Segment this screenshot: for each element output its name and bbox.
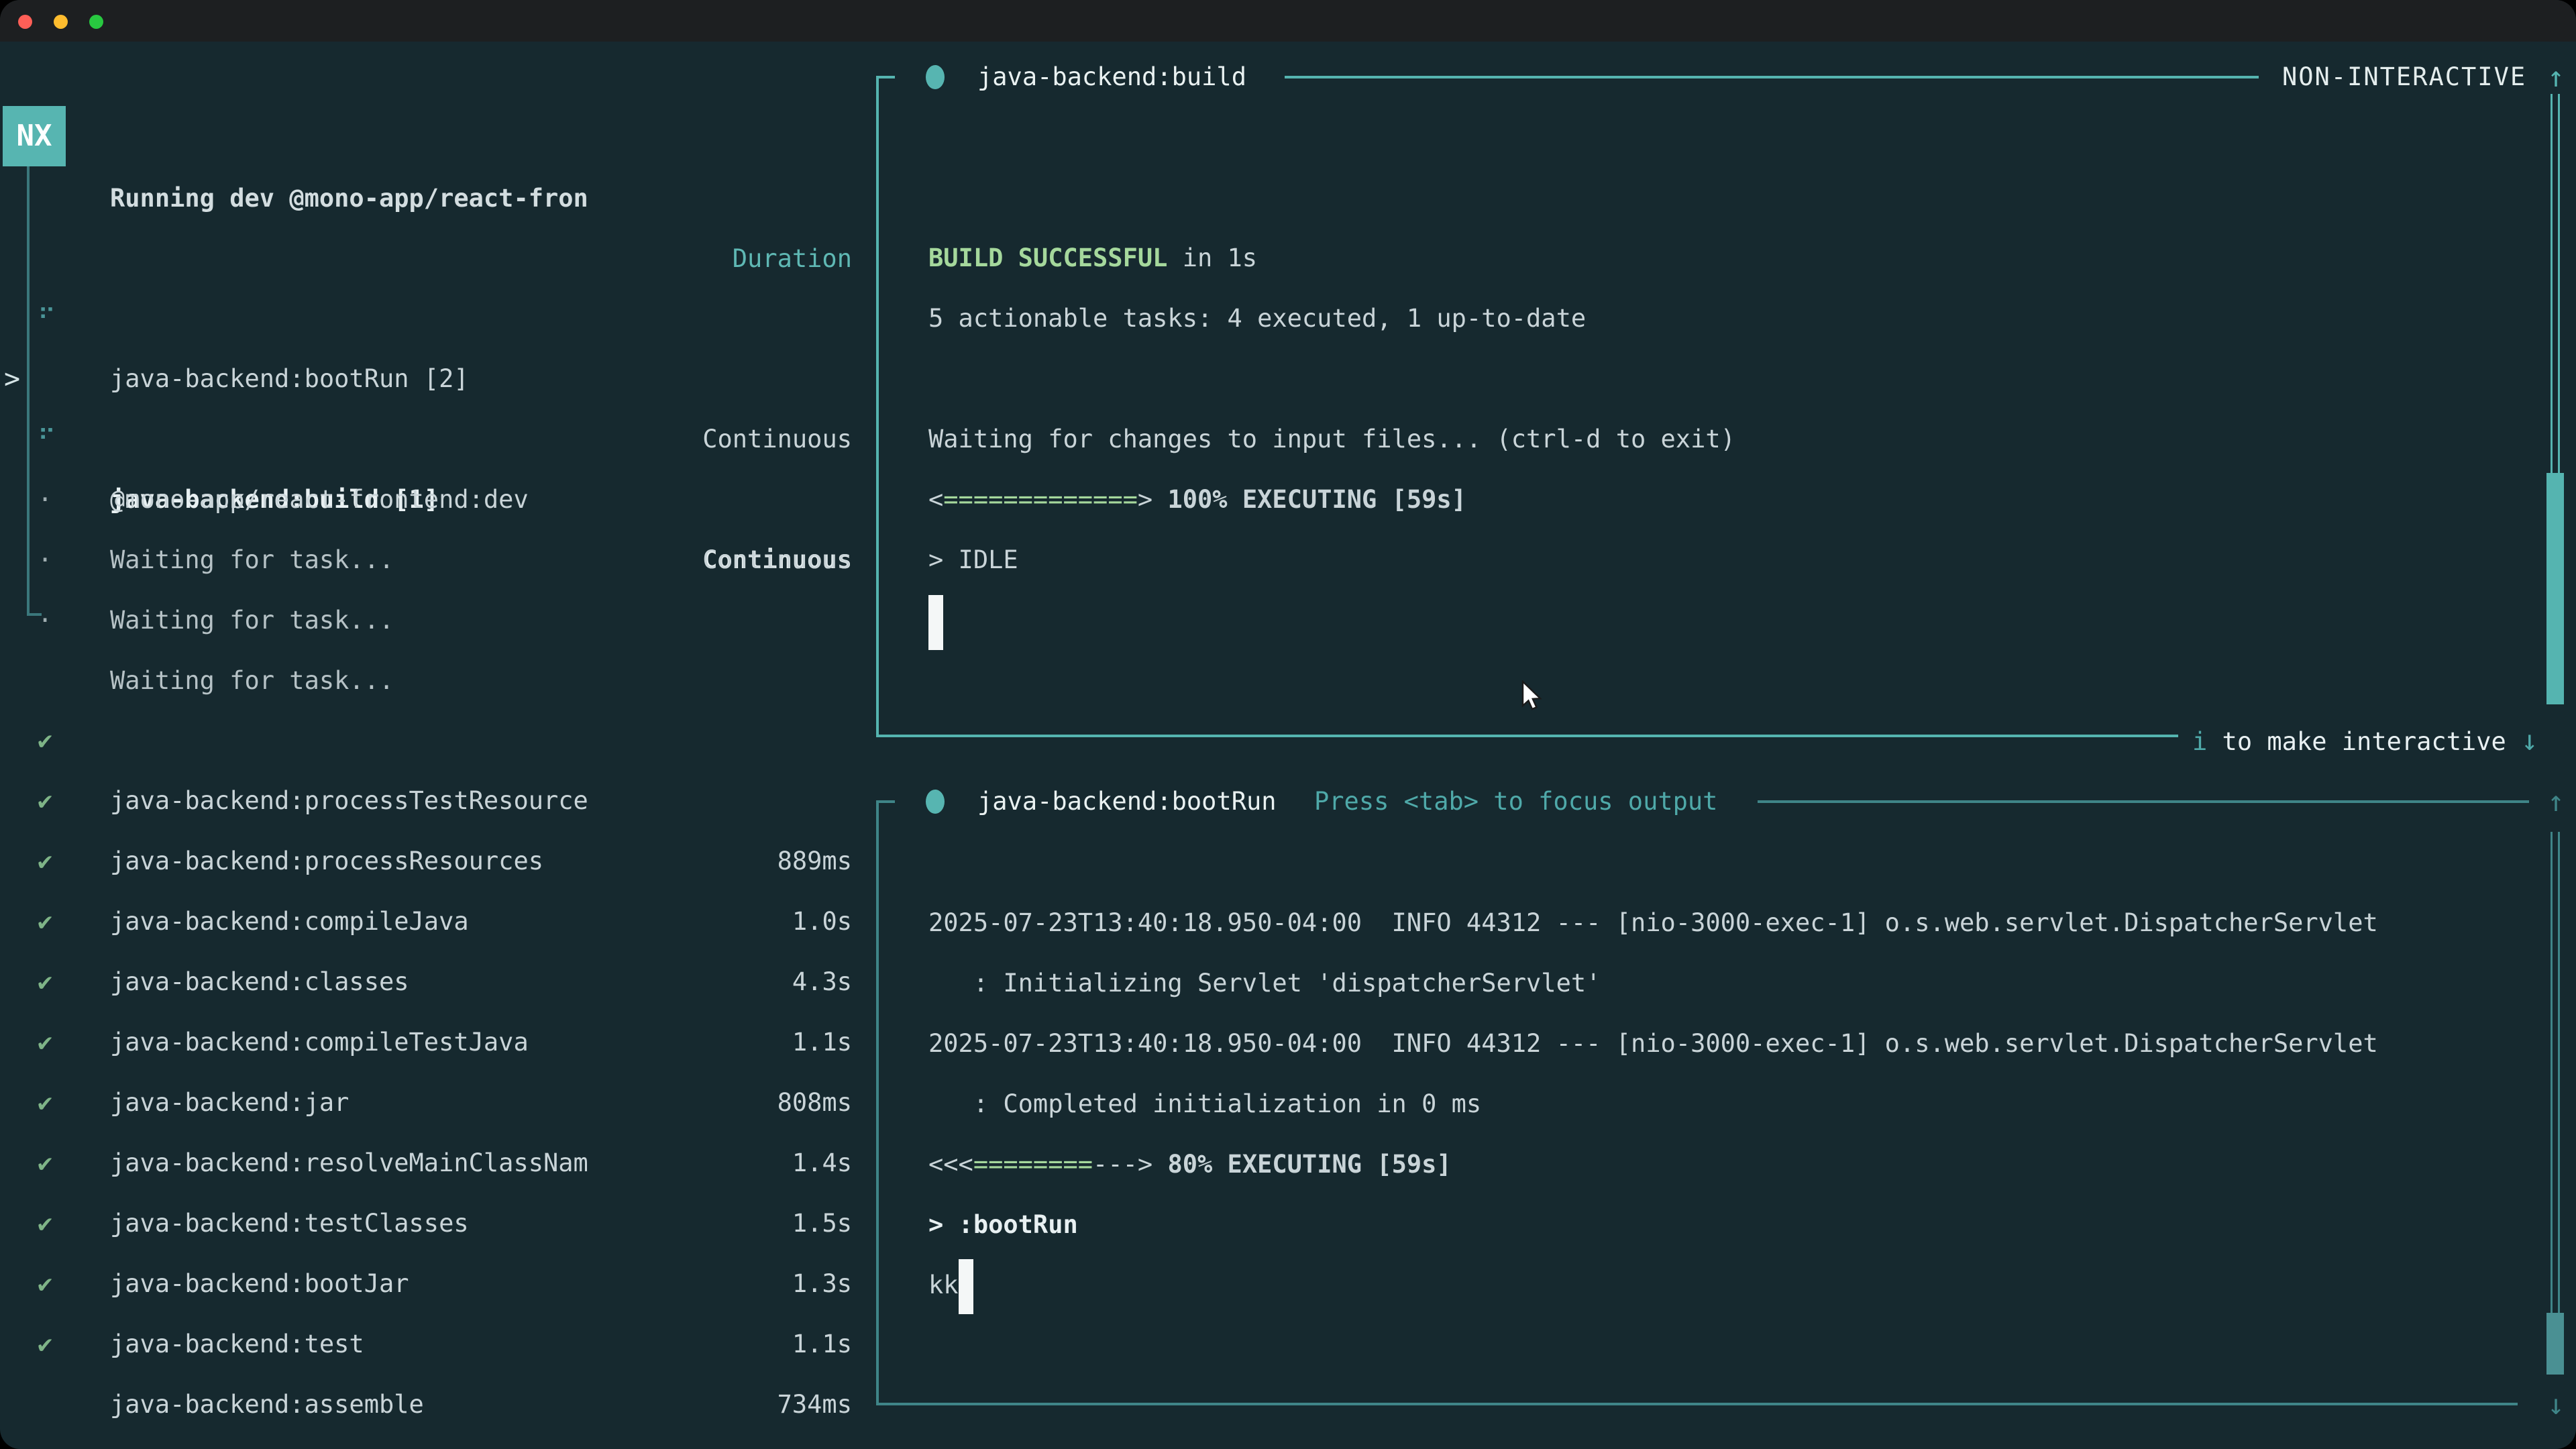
build-output: BUILD SUCCESSFUL in 1s 5 actionable task… <box>928 228 1735 590</box>
pane-border <box>876 76 895 78</box>
build-result-line: BUILD SUCCESSFUL in 1s <box>928 228 1735 288</box>
pane-title[interactable]: java-backend:bootRun <box>977 771 1277 832</box>
task-row[interactable]: ⠋ @mono-app/react-frontend:dev Continuou… <box>0 349 869 409</box>
waiting-task-row[interactable]: · Waiting for task... <box>0 530 869 590</box>
log-line: : Completed initialization in 0 ms <box>928 1074 2378 1134</box>
task-duration: 1.1s <box>792 1314 852 1375</box>
running-task-list: ⠋ java-backend:bootRun [2] Continuous > … <box>0 228 869 590</box>
progress-label: 100% EXECUTING [59s] <box>1167 485 1466 514</box>
sidebar-footer: ← 1/2 → quit: q help: ? <box>0 1375 869 1435</box>
waiting-task-row[interactable]: · Waiting for task... <box>0 409 869 470</box>
focus-output-hint: Press <tab> to focus output <box>1314 771 1717 832</box>
gradle-progress-line: <=============> 100% EXECUTING [59s] <box>928 470 1735 530</box>
pagination: ← 1/2 → <box>24 1435 129 1449</box>
task-row[interactable]: ✔ java-backend:testClasses 1.3s <box>0 1073 869 1133</box>
terminal-window: NX Running dev @mono-app/react-fron Dura… <box>0 0 2576 1449</box>
progress-fill: ======== <box>973 1150 1093 1179</box>
waiting-task-row[interactable]: · Waiting for task... <box>0 470 869 530</box>
scroll-down-icon[interactable]: ↓ <box>2521 724 2538 757</box>
pane-border <box>876 1403 2518 1405</box>
build-successful-text: BUILD SUCCESSFUL <box>928 244 1167 272</box>
scrollbar-track[interactable] <box>2551 94 2560 473</box>
scrollbar-thumb[interactable] <box>2546 473 2564 704</box>
interactive-hint: i to make interactive ↓ <box>2192 710 2538 771</box>
idle-line: > IDLE <box>928 530 1735 590</box>
non-interactive-badge: NON-INTERACTIVE <box>2282 47 2526 107</box>
log-line: 2025-07-23T13:40:18.950-04:00 INFO 44312… <box>928 1014 2378 1074</box>
scrollbar-track[interactable] <box>2551 832 2560 1313</box>
task-row[interactable]: ✔ java-backend:resolveMainClassNam 1.5s <box>0 1012 869 1073</box>
blank-line <box>928 349 1735 409</box>
check-icon: ✔ <box>38 1314 52 1375</box>
pane-border <box>876 800 879 1405</box>
pane-title[interactable]: java-backend:build <box>977 47 1246 107</box>
task-duration: 774ms <box>777 1435 852 1449</box>
task-list-header: Running dev @mono-app/react-fron Duratio… <box>0 108 869 168</box>
scroll-down-icon[interactable]: ↓ <box>2526 1375 2576 1435</box>
interactive-hint-key: i <box>2192 727 2207 756</box>
pane-border <box>1758 800 2529 803</box>
nx-tui: NX Running dev @mono-app/react-fron Dura… <box>0 0 2576 1449</box>
gradle-progress-line: <<<========---> 80% EXECUTING [59s] <box>928 1134 2378 1195</box>
pane-border <box>876 735 2178 737</box>
task-row[interactable]: ⠋ java-backend:bootRun [2] Continuous <box>0 228 869 288</box>
scroll-up-icon[interactable]: ↑ <box>2526 771 2576 832</box>
task-row[interactable]: ✔ java-backend:processResources 1.0s <box>0 710 869 771</box>
task-row[interactable]: ✔ java-backend:compileTestJava 808ms <box>0 892 869 952</box>
gradle-task-line: > :bootRun <box>928 1195 2378 1255</box>
pending-dot-icon: · <box>38 590 52 651</box>
task-list-sidebar: NX Running dev @mono-app/react-fron Dura… <box>0 0 869 1449</box>
task-bullet-icon <box>926 790 945 814</box>
run-command-title: Running dev @mono-app/react-fron <box>110 168 588 229</box>
task-row-selected[interactable]: > ⠋ java-backend:build [1] Continuous <box>0 288 869 349</box>
task-name: Waiting for task... <box>110 590 394 651</box>
progress-fill: ============= <box>943 485 1138 514</box>
tasks-summary-line: 5 actionable tasks: 4 executed, 1 up-to-… <box>928 288 1735 349</box>
task-bullet-icon <box>926 65 945 89</box>
mouse-pointer-icon <box>1520 680 1552 721</box>
bootrun-output: 2025-07-23T13:40:18.950-04:00 INFO 44312… <box>928 893 2378 1316</box>
terminal-cursor <box>928 595 943 650</box>
waiting-line: Waiting for changes to input files... (c… <box>928 409 1735 470</box>
pane-border <box>1285 76 2259 78</box>
log-line: 2025-07-23T13:40:18.950-04:00 INFO 44312… <box>928 893 2378 953</box>
task-row[interactable]: ✔ java-backend:classes 1.1s <box>0 831 869 892</box>
typed-input-line[interactable]: kk <box>928 1255 2378 1316</box>
interactive-hint-text: to make interactive <box>2207 727 2521 756</box>
scrollbar-thumb[interactable] <box>2546 1313 2564 1375</box>
task-row[interactable]: ✔ java-backend:test 734ms <box>0 1193 869 1254</box>
completed-task-list: ✔ java-backend:processTestResource 889ms… <box>0 650 869 1314</box>
task-row[interactable]: ✔ java-backend:jar 1.4s <box>0 952 869 1012</box>
log-line: : Initializing Servlet 'dispatcherServle… <box>928 953 2378 1014</box>
pane-border <box>876 800 895 803</box>
pane-border <box>876 76 879 737</box>
terminal-cursor <box>959 1259 973 1314</box>
task-row[interactable]: ✔ java-backend:bootJar 1.1s <box>0 1133 869 1193</box>
task-row[interactable]: ✔ java-backend:compileJava 4.3s <box>0 771 869 831</box>
task-row[interactable]: ✔ java-backend:assemble 774ms <box>0 1254 869 1314</box>
task-row[interactable]: ✔ java-backend:processTestResource 889ms <box>0 650 869 710</box>
progress-label: 80% EXECUTING [59s] <box>1167 1150 1451 1179</box>
